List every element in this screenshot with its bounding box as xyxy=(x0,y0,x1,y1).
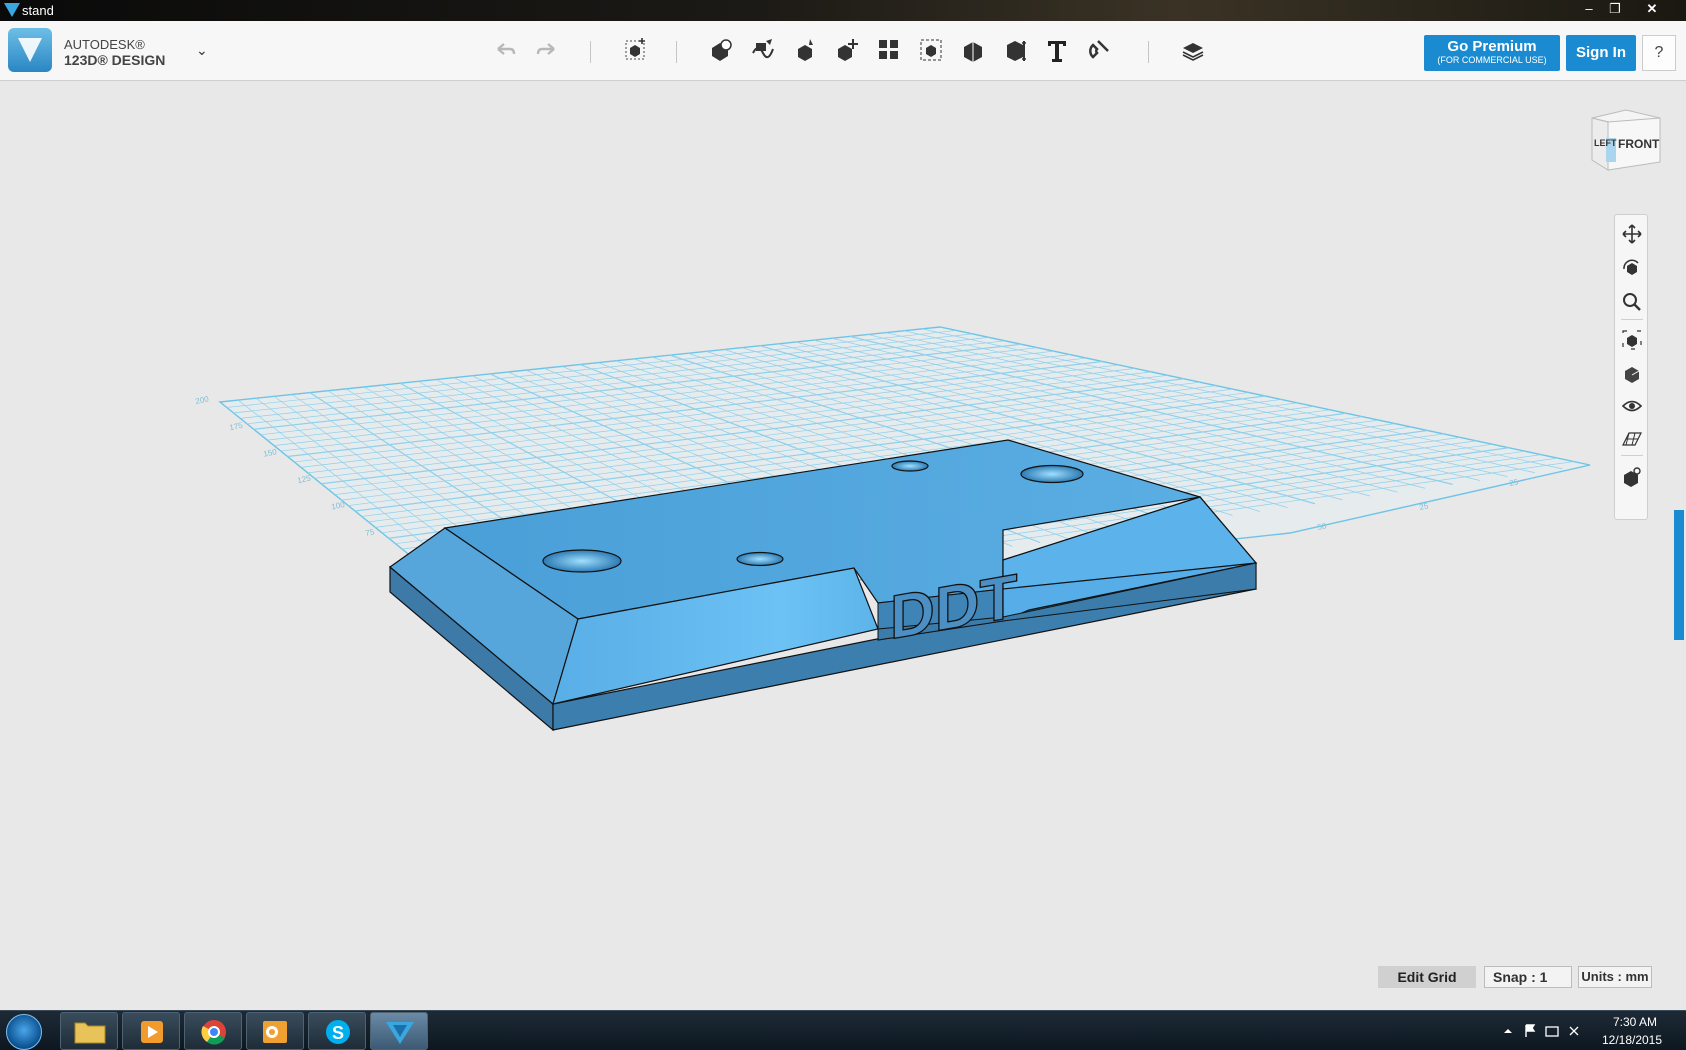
go-premium-label: Go Premium xyxy=(1447,38,1537,55)
close-button[interactable]: ✕ xyxy=(1630,0,1674,18)
app-menu-chevron-icon[interactable]: ⌄ xyxy=(196,42,208,59)
scene-canvas[interactable]: 20017515012510075502525 DDT xyxy=(0,82,1686,1010)
view-mode-icon[interactable] xyxy=(1621,363,1643,385)
outlook-icon xyxy=(263,1021,287,1043)
snap-dropdown[interactable]: Snap : 1 xyxy=(1484,966,1572,988)
taskbar-media-player[interactable] xyxy=(122,1012,180,1050)
app-icon xyxy=(4,3,20,17)
window-title: stand xyxy=(22,3,54,18)
edit-grid-button[interactable]: Edit Grid xyxy=(1378,966,1476,988)
undo-icon[interactable] xyxy=(490,35,520,65)
main-toolbar: AUTODESK® 123D® DESIGN ⌄ Go Premium (FOR… xyxy=(0,21,1686,81)
maximize-button[interactable]: ❐ xyxy=(1602,0,1628,18)
chrome-icon xyxy=(201,1020,226,1045)
view-cube-left-label: LEFT xyxy=(1594,138,1617,148)
nav-divider xyxy=(1621,319,1643,320)
construct-icon[interactable] xyxy=(790,35,820,65)
taskbar-skype[interactable]: S xyxy=(308,1012,366,1050)
countersink-hole[interactable] xyxy=(1020,464,1084,484)
show-hidden-icons-icon xyxy=(1504,1029,1512,1033)
grid-axis-label: 75 xyxy=(365,527,376,538)
combine-icon[interactable] xyxy=(958,35,988,65)
go-premium-sublabel: (FOR COMMERCIAL USE) xyxy=(1437,55,1547,65)
clock-date[interactable]: 12/18/2015 xyxy=(1596,1033,1668,1047)
primitives-icon[interactable] xyxy=(706,35,736,65)
modify-icon[interactable] xyxy=(832,35,862,65)
taskbar-chrome[interactable] xyxy=(184,1012,242,1050)
skype-icon: S xyxy=(326,1020,350,1044)
orbit-icon[interactable] xyxy=(1621,257,1643,279)
grid-axis-label: 125 xyxy=(297,473,312,485)
grid-axis-label: 200 xyxy=(195,394,210,406)
grid-axis-label: 150 xyxy=(263,447,278,459)
windows-taskbar: S 7:30 AM 12/18/2015 xyxy=(0,1010,1686,1050)
media-player-icon xyxy=(141,1021,163,1043)
title-bar: stand – ❐ ✕ xyxy=(0,0,1686,21)
grid-axis-label: 175 xyxy=(229,421,244,433)
minimize-button[interactable]: – xyxy=(1576,0,1602,18)
taskbar-explorer[interactable] xyxy=(60,1012,118,1050)
sketch-icon[interactable] xyxy=(748,35,778,65)
go-premium-button[interactable]: Go Premium (FOR COMMERCIAL USE) xyxy=(1424,35,1560,71)
material-icon[interactable] xyxy=(1178,35,1208,65)
redo-icon[interactable] xyxy=(532,35,562,65)
brand-company: AUTODESK® xyxy=(64,37,145,52)
network-icon xyxy=(1545,1026,1559,1037)
clock-time[interactable]: 7:30 AM xyxy=(1600,1015,1670,1029)
material-mode-icon[interactable] xyxy=(1621,465,1643,487)
toolbar-divider xyxy=(590,41,591,63)
view-cube[interactable]: LEFT FRONT xyxy=(1580,102,1672,184)
system-tray[interactable] xyxy=(1500,1021,1600,1041)
fit-view-icon[interactable] xyxy=(1621,329,1643,351)
transform-icon[interactable] xyxy=(620,35,650,65)
pan-icon[interactable] xyxy=(1621,223,1643,245)
grid-axis-label: 100 xyxy=(331,500,346,512)
screw-hole[interactable] xyxy=(736,551,784,567)
help-button[interactable]: ? xyxy=(1642,35,1676,71)
side-panel-tab[interactable] xyxy=(1674,510,1684,640)
action-center-flag-icon xyxy=(1525,1024,1536,1037)
snap-magnet-icon[interactable] xyxy=(1084,35,1114,65)
units-dropdown[interactable]: Units : mm xyxy=(1578,966,1652,988)
visibility-eye-icon[interactable] xyxy=(1621,395,1643,417)
view-cube-front-label: FRONT xyxy=(1618,137,1660,151)
svg-text:S: S xyxy=(332,1023,344,1043)
grid-axis-label: 25 xyxy=(1419,501,1430,512)
nav-divider xyxy=(1621,455,1643,456)
sign-in-button[interactable]: Sign In xyxy=(1566,35,1636,71)
start-button[interactable] xyxy=(6,1014,42,1050)
group-icon[interactable] xyxy=(916,35,946,65)
3d-viewport[interactable]: 200 175 150 125 100 75 50 25 25 DDT LEFT… xyxy=(0,82,1686,1010)
123d-design-icon xyxy=(386,1022,414,1044)
brand-product: 123D® DESIGN xyxy=(64,52,166,68)
taskbar-123d-design[interactable] xyxy=(370,1012,428,1050)
text-icon[interactable] xyxy=(1042,35,1072,65)
toolbar-divider xyxy=(676,41,677,63)
grid-toggle-icon[interactable] xyxy=(1621,427,1643,449)
toolbar-divider xyxy=(1148,41,1149,63)
app-logo[interactable] xyxy=(8,28,52,72)
measure-icon[interactable] xyxy=(1000,35,1030,65)
navigation-bar xyxy=(1614,214,1648,520)
countersink-hole[interactable] xyxy=(542,549,622,573)
app-window: stand – ❐ ✕ AUTODESK® 123D® DESIGN ⌄ Go … xyxy=(0,0,1686,1050)
folder-icon xyxy=(74,1022,106,1044)
zoom-icon[interactable] xyxy=(1621,291,1643,313)
taskbar-outlook[interactable] xyxy=(246,1012,304,1050)
pattern-icon[interactable] xyxy=(874,35,904,65)
sync-icon xyxy=(1569,1026,1579,1036)
screw-hole[interactable] xyxy=(891,460,929,472)
